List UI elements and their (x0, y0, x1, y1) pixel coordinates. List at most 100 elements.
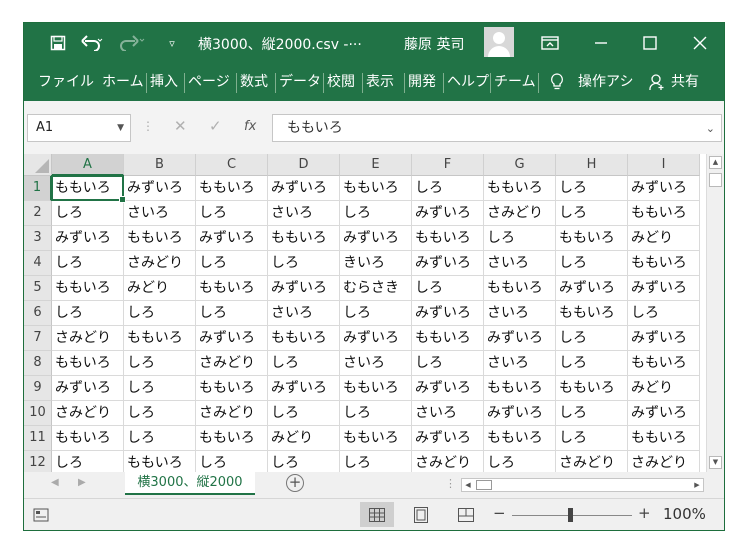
cell-g9[interactable]: ももいろ (484, 376, 556, 401)
cell-b8[interactable]: しろ (124, 351, 196, 376)
scroll-up-icon[interactable]: ▲ (709, 156, 722, 169)
share-button[interactable]: 共有 (671, 63, 699, 101)
cell-a10[interactable]: さみどり (52, 401, 124, 426)
cell-c12[interactable]: しろ (196, 451, 268, 472)
cell-i4[interactable]: ももいろ (628, 251, 700, 276)
name-box[interactable]: A1 ▼ (27, 114, 131, 142)
cell-f11[interactable]: みずいろ (412, 426, 484, 451)
scroll-down-icon[interactable]: ▼ (709, 456, 722, 469)
cell-g6[interactable]: さいろ (484, 301, 556, 326)
page-break-preview-icon[interactable] (449, 502, 483, 527)
column-header-a[interactable]: A (52, 154, 124, 176)
cell-h2[interactable]: しろ (556, 201, 628, 226)
cell-f3[interactable]: ももいろ (412, 226, 484, 251)
avatar[interactable] (484, 27, 514, 57)
cell-e2[interactable]: しろ (340, 201, 412, 226)
cell-h6[interactable]: ももいろ (556, 301, 628, 326)
cell-a11[interactable]: ももいろ (52, 426, 124, 451)
cell-g5[interactable]: ももいろ (484, 276, 556, 301)
zoom-in-button[interactable]: + (638, 504, 651, 522)
cell-a2[interactable]: しろ (52, 201, 124, 226)
cell-d8[interactable]: しろ (268, 351, 340, 376)
cell-i1[interactable]: みずいろ (628, 176, 700, 201)
cell-g3[interactable]: しろ (484, 226, 556, 251)
cell-h12[interactable]: さみどり (556, 451, 628, 472)
column-header-b[interactable]: B (124, 154, 196, 176)
column-header-h[interactable]: H (556, 154, 628, 176)
cell-e12[interactable]: しろ (340, 451, 412, 472)
cell-a9[interactable]: みずいろ (52, 376, 124, 401)
cell-d7[interactable]: ももいろ (268, 326, 340, 351)
cell-i2[interactable]: ももいろ (628, 201, 700, 226)
cell-i10[interactable]: みずいろ (628, 401, 700, 426)
cell-g4[interactable]: さいろ (484, 251, 556, 276)
cell-f2[interactable]: みずいろ (412, 201, 484, 226)
row-header-5[interactable]: 5 (24, 276, 52, 301)
sheet-tab-active[interactable]: 横3000、縦2000 (125, 472, 255, 495)
spreadsheet-grid[interactable]: A B C D E F G H I 1 ももいろ みずいろ ももいろ みずいろ ももいろ しろ ももいろ しろ みず… (24, 154, 724, 472)
cell-h1[interactable]: しろ (556, 176, 628, 201)
tab-team[interactable]: チーム (494, 63, 536, 101)
customize-qat-icon[interactable]: ▿ (164, 23, 180, 63)
row-header-3[interactable]: 3 (24, 226, 52, 251)
tab-split-grip-icon[interactable]: ⋮ (445, 477, 456, 490)
cancel-entry-icon[interactable]: ✕ (174, 117, 187, 135)
cell-g2[interactable]: さみどり (484, 201, 556, 226)
tell-me-search[interactable]: 操作アシ (578, 63, 633, 101)
cell-h5[interactable]: みずいろ (556, 276, 628, 301)
normal-view-icon[interactable] (360, 502, 394, 527)
cell-b1[interactable]: みずいろ (124, 176, 196, 201)
page-layout-view-icon[interactable] (404, 502, 438, 527)
cell-f5[interactable]: しろ (412, 276, 484, 301)
share-icon[interactable] (649, 63, 665, 101)
cell-f10[interactable]: さいろ (412, 401, 484, 426)
cell-e6[interactable]: しろ (340, 301, 412, 326)
cell-c8[interactable]: さみどり (196, 351, 268, 376)
cell-g8[interactable]: さいろ (484, 351, 556, 376)
insert-function-button[interactable]: fx (244, 119, 256, 134)
zoom-slider-thumb[interactable] (568, 508, 573, 522)
cell-c7[interactable]: みずいろ (196, 326, 268, 351)
cell-f1[interactable]: しろ (412, 176, 484, 201)
zoom-level[interactable]: 100% (663, 505, 706, 523)
cell-h11[interactable]: しろ (556, 426, 628, 451)
row-header-12[interactable]: 12 (24, 451, 52, 472)
maximize-icon[interactable] (633, 23, 667, 63)
cell-a4[interactable]: しろ (52, 251, 124, 276)
cell-d12[interactable]: しろ (268, 451, 340, 472)
cell-f8[interactable]: しろ (412, 351, 484, 376)
tab-page-layout[interactable]: ページ (188, 63, 230, 101)
cell-c2[interactable]: しろ (196, 201, 268, 226)
macro-recording-icon[interactable] (28, 502, 54, 527)
row-header-8[interactable]: 8 (24, 351, 52, 376)
row-header-7[interactable]: 7 (24, 326, 52, 351)
cell-e5[interactable]: むらさき (340, 276, 412, 301)
cell-a6[interactable]: しろ (52, 301, 124, 326)
cell-e11[interactable]: ももいろ (340, 426, 412, 451)
cell-b6[interactable]: しろ (124, 301, 196, 326)
formula-input[interactable]: ももいろ ⌄ (272, 114, 722, 142)
tab-view[interactable]: 表示 (366, 63, 394, 101)
column-header-e[interactable]: E (340, 154, 412, 176)
cell-h3[interactable]: ももいろ (556, 226, 628, 251)
next-sheet-icon[interactable]: ▶ (78, 477, 86, 488)
formula-bar-grip-icon[interactable]: ⋮ (142, 119, 154, 133)
undo-icon[interactable] (79, 23, 105, 63)
cell-h8[interactable]: しろ (556, 351, 628, 376)
cell-g11[interactable]: ももいろ (484, 426, 556, 451)
column-header-i[interactable]: I (628, 154, 700, 176)
cell-h4[interactable]: しろ (556, 251, 628, 276)
tab-developer[interactable]: 開発 (408, 63, 436, 101)
expand-formula-bar-icon[interactable]: ⌄ (706, 116, 715, 142)
cell-d10[interactable]: しろ (268, 401, 340, 426)
horizontal-scroll-thumb[interactable] (476, 480, 492, 490)
tab-review[interactable]: 校閲 (327, 63, 355, 101)
cell-i7[interactable]: みずいろ (628, 326, 700, 351)
cell-g10[interactable]: みずいろ (484, 401, 556, 426)
cell-g12[interactable]: しろ (484, 451, 556, 472)
cell-g1[interactable]: ももいろ (484, 176, 556, 201)
cell-a5[interactable]: ももいろ (52, 276, 124, 301)
cell-b4[interactable]: さみどり (124, 251, 196, 276)
redo-icon[interactable] (117, 23, 147, 63)
cell-b9[interactable]: しろ (124, 376, 196, 401)
